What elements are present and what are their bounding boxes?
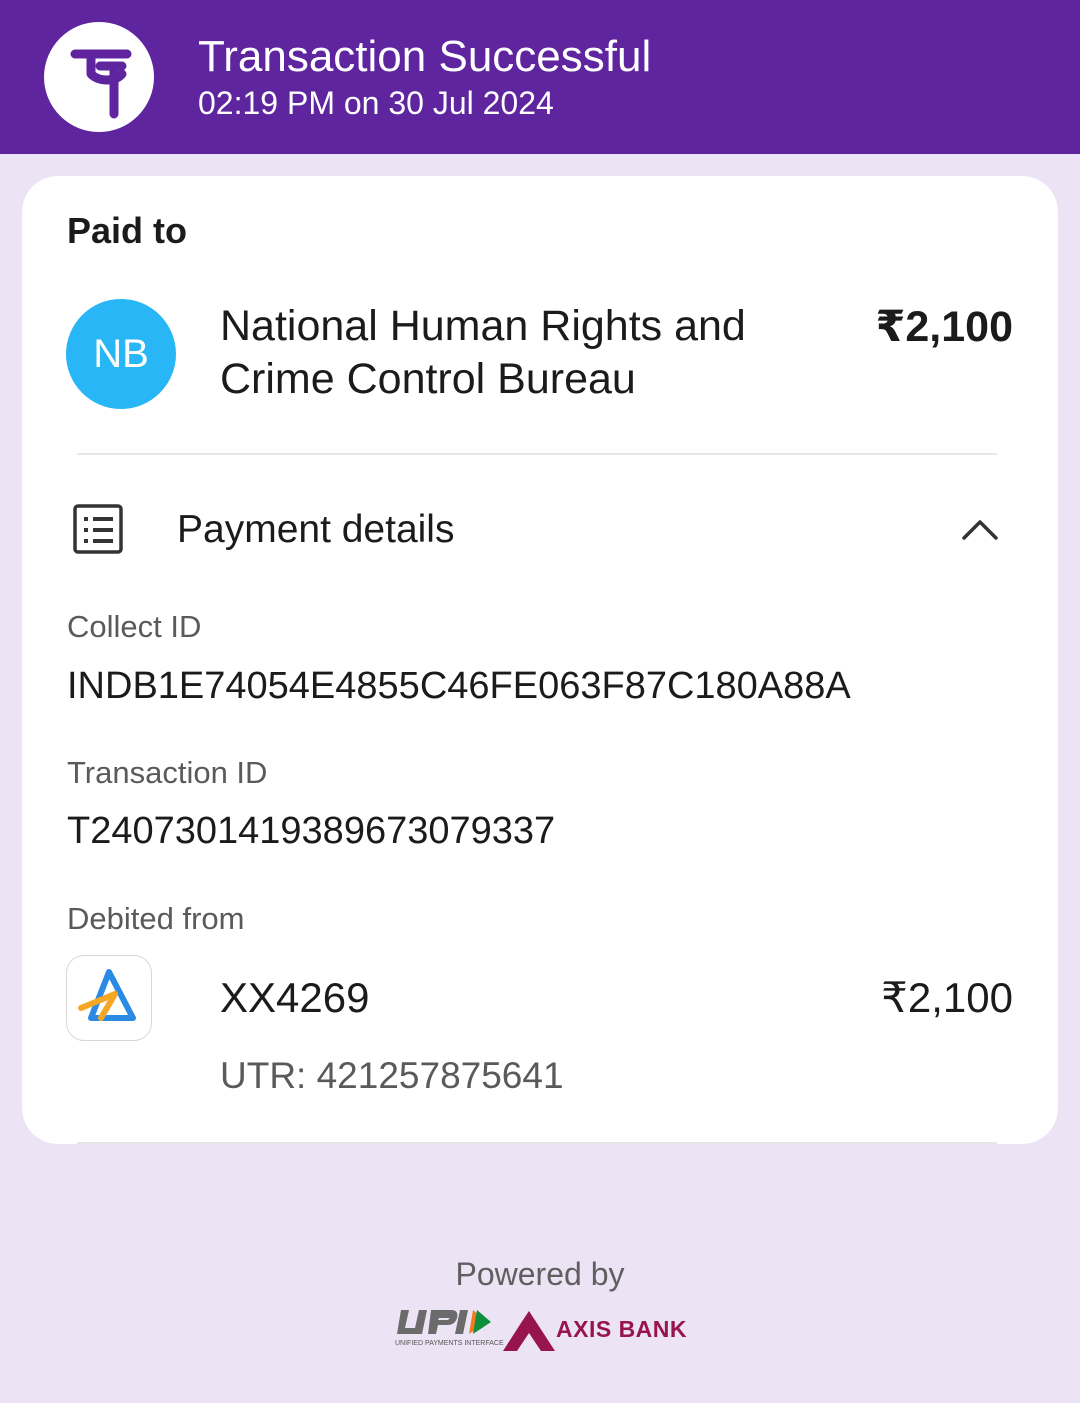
- account-number: XX4269: [220, 974, 370, 1021]
- partner-logos: UNIFIED PAYMENTS INTERFACE AXIS BANK: [393, 1306, 693, 1356]
- debit-amount: ₹2,100: [881, 974, 1013, 1021]
- upi-logo-icon: UNIFIED PAYMENTS INTERFACE: [393, 1306, 504, 1347]
- transaction-card: Paid to NB National Human Rights and Cri…: [22, 176, 1058, 1144]
- phonepe-logo-icon: [44, 22, 154, 132]
- debited-from-label: Debited from: [67, 901, 245, 936]
- transaction-status-header: Transaction Successful 02:19 PM on 30 Ju…: [0, 0, 1080, 154]
- transaction-timestamp: 02:19 PM on 30 Jul 2024: [198, 85, 554, 121]
- collect-id-value: INDB1E74054E4855C46FE063F87C180A88A: [67, 665, 851, 707]
- divider: [77, 453, 997, 455]
- payment-details-title[interactable]: Payment details: [177, 506, 454, 554]
- divider: [77, 1142, 997, 1144]
- paid-to-label: Paid to: [67, 210, 188, 251]
- payee-amount: ₹2,100: [875, 303, 1013, 351]
- collect-id-label: Collect ID: [67, 609, 202, 644]
- utr-number: UTR: 421257875641: [220, 1055, 564, 1096]
- transaction-status-title: Transaction Successful: [198, 32, 652, 81]
- powered-by-label: Powered by: [455, 1256, 625, 1292]
- axis-bank-label: AXIS BANK: [556, 1316, 688, 1342]
- payee-name: National Human Rights and Crime Control …: [220, 302, 746, 403]
- receipt-list-icon: [72, 503, 126, 562]
- transaction-id-value: T2407301419389673079337: [67, 810, 556, 852]
- transaction-id-label: Transaction ID: [67, 755, 268, 790]
- upi-subtext: UNIFIED PAYMENTS INTERFACE: [395, 1340, 504, 1347]
- sbi-bank-logo-icon: [66, 955, 152, 1041]
- chevron-up-icon[interactable]: [960, 514, 1000, 549]
- payee-avatar: NB: [66, 299, 176, 409]
- axis-bank-logo-icon: [503, 1309, 557, 1358]
